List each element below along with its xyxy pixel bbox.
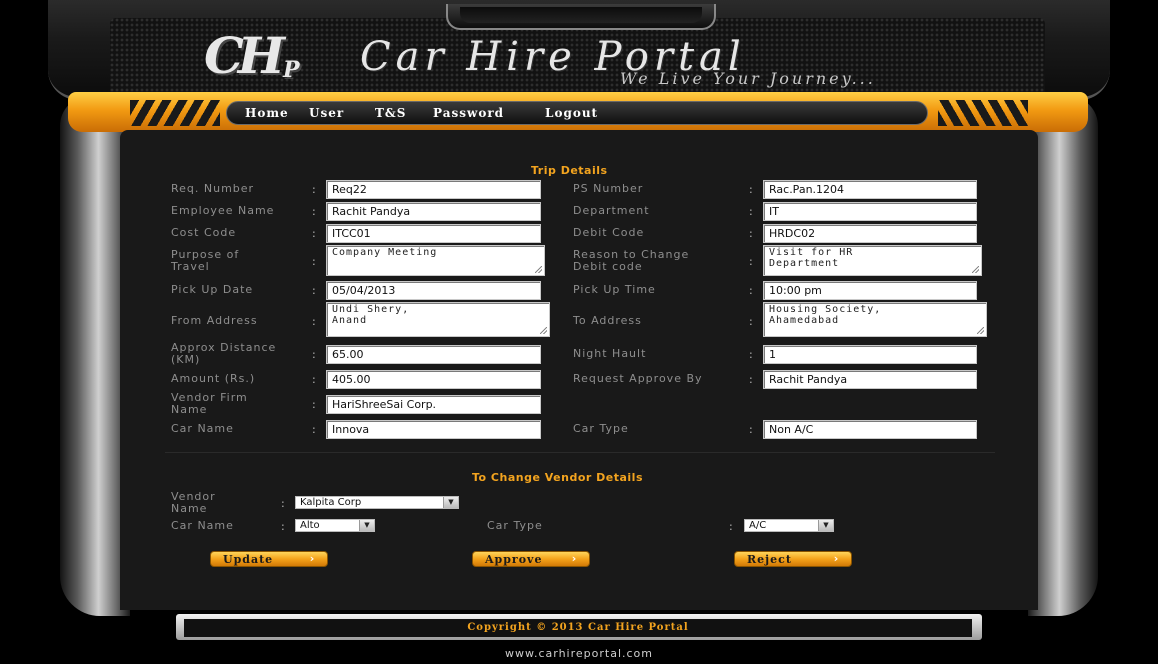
car-name-label: Car Name	[171, 422, 234, 435]
reject-button[interactable]: Reject ›	[734, 551, 852, 567]
reason-label-line2: Debit code	[573, 260, 643, 273]
employee-name-field[interactable]: Rachit Pandya	[326, 202, 541, 221]
reason-textarea[interactable]: Visit for HR Department	[763, 245, 982, 276]
vendor-name-label-line2: Name	[171, 502, 208, 515]
change-car-type-label: Car Type	[487, 519, 543, 532]
purpose-label-line2: Travel	[171, 260, 210, 273]
grille-decoration	[446, 4, 716, 30]
nav-password[interactable]: Password	[433, 106, 504, 120]
chevron-down-icon: ▼	[359, 520, 374, 531]
footer-copyright: Copyright © 2013 Car Hire Portal	[467, 622, 689, 633]
amount-field[interactable]: 405.00	[326, 370, 541, 389]
pickup-date-label: Pick Up Date	[171, 283, 254, 296]
nav-home[interactable]: Home	[245, 106, 289, 120]
vendor-firm-label-line2: Name	[171, 403, 208, 416]
night-halt-label: Night Hault	[573, 347, 647, 360]
night-halt-field[interactable]: 1	[763, 345, 977, 364]
distance-field[interactable]: 65.00	[326, 345, 541, 364]
ps-number-field[interactable]: Rac.Pan.1204	[763, 180, 977, 199]
main-nav: Home User T&S Password Logout	[226, 101, 928, 125]
purpose-textarea[interactable]: Company Meeting	[326, 245, 545, 276]
vendor-firm-field[interactable]: HariShreeSai Corp.	[326, 395, 541, 414]
pickup-time-field[interactable]: 10:00 pm	[763, 281, 977, 300]
cost-code-label: Cost Code	[171, 226, 237, 239]
department-label: Department	[573, 204, 650, 217]
change-car-name-label: Car Name	[171, 519, 234, 532]
distance-label-line2: (KM)	[171, 353, 201, 366]
section-divider	[165, 452, 995, 453]
site-url[interactable]: www.carhireportal.com	[0, 647, 1158, 660]
trip-details-title: Trip Details	[531, 164, 608, 177]
from-address-textarea[interactable]: Undi Shery, Anand	[326, 302, 550, 337]
req-number-field[interactable]: Req22	[326, 180, 541, 199]
vendor-name-select[interactable]: Kalpita Corp ▼	[295, 496, 459, 509]
car-name-select[interactable]: Alto ▼	[295, 519, 375, 532]
to-address-label: To Address	[573, 314, 642, 327]
update-button[interactable]: Update ›	[210, 551, 328, 567]
site-tagline: We Live Your Journey...	[620, 69, 876, 88]
arrow-right-icon: ›	[833, 552, 839, 565]
chevron-down-icon: ▼	[818, 520, 833, 531]
from-address-label: From Address	[171, 314, 258, 327]
vendor-change-title: To Change Vendor Details	[472, 471, 644, 484]
ps-number-label: PS Number	[573, 182, 644, 195]
nav-ts[interactable]: T&S	[375, 106, 406, 120]
debit-code-field[interactable]: HRDC02	[763, 224, 977, 243]
employee-name-label: Employee Name	[171, 204, 275, 217]
debit-code-label: Debit Code	[573, 226, 645, 239]
nav-stripes-right	[938, 100, 1028, 126]
nav-stripes-left	[130, 100, 220, 126]
approve-button[interactable]: Approve ›	[472, 551, 590, 567]
car-name-field[interactable]: Innova	[326, 420, 541, 439]
cost-code-field[interactable]: ITCC01	[326, 224, 541, 243]
chevron-down-icon: ▼	[443, 497, 458, 508]
arrow-right-icon: ›	[309, 552, 315, 565]
car-type-select[interactable]: A/C ▼	[744, 519, 834, 532]
car-type-field[interactable]: Non A/C	[763, 420, 977, 439]
department-field[interactable]: IT	[763, 202, 977, 221]
request-approve-by-label: Request Approve By	[573, 372, 703, 385]
request-approve-by-field[interactable]: Rachit Pandya	[763, 370, 977, 389]
pickup-date-field[interactable]: 05/04/2013	[326, 281, 541, 300]
car-type-label: Car Type	[573, 422, 629, 435]
amount-label: Amount (Rs.)	[171, 372, 256, 385]
right-chrome-pillar	[1028, 96, 1098, 616]
req-number-label: Req. Number	[171, 182, 255, 195]
pickup-time-label: Pick Up Time	[573, 283, 656, 296]
nav-logout[interactable]: Logout	[545, 106, 598, 120]
arrow-right-icon: ›	[571, 552, 577, 565]
to-address-textarea[interactable]: Housing Society, Ahamedabad	[763, 302, 987, 337]
logo-monogram: CH P	[204, 26, 299, 85]
nav-user[interactable]: User	[309, 106, 344, 120]
